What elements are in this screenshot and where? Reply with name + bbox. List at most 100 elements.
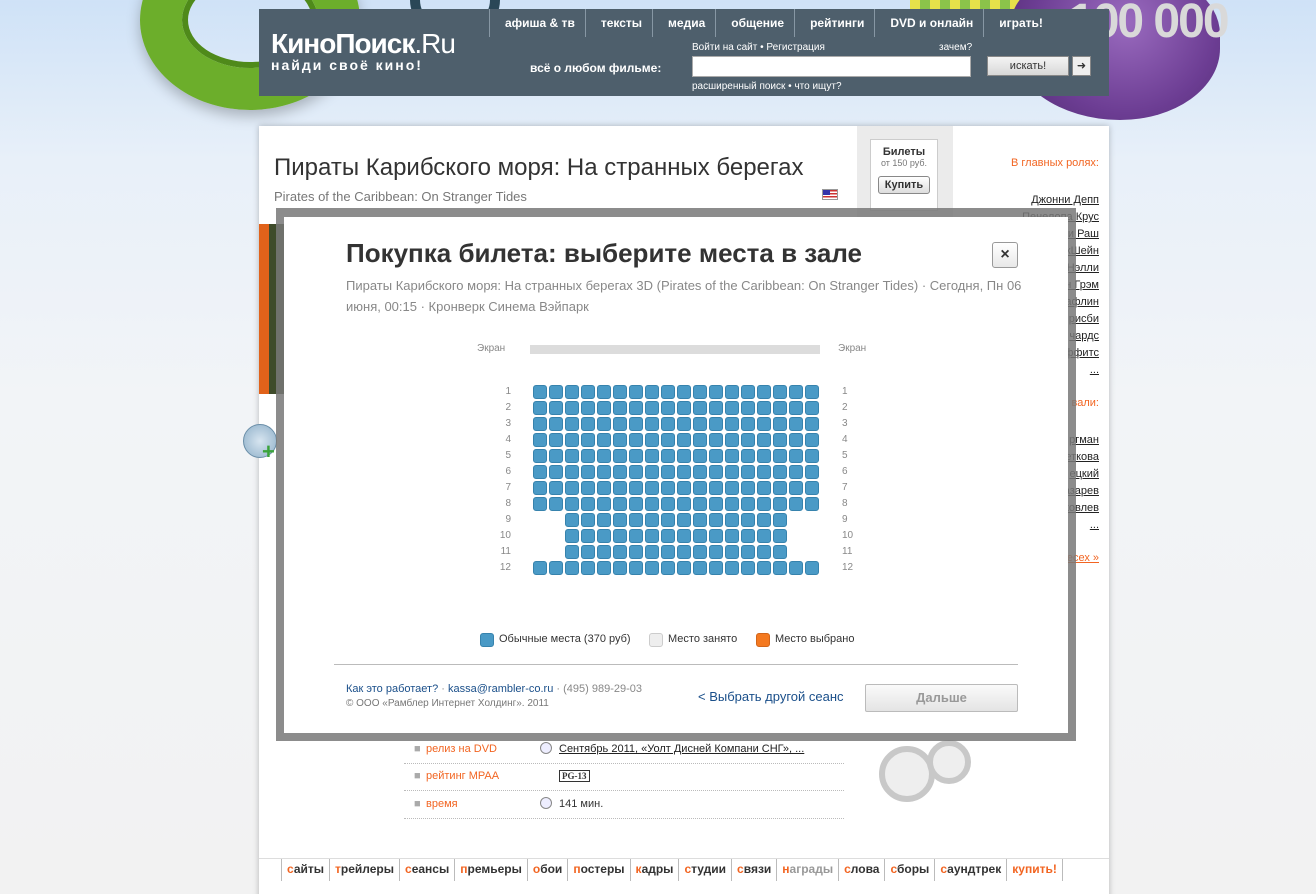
trending-search-link[interactable]: что ищут? bbox=[794, 81, 841, 92]
seat[interactable] bbox=[741, 497, 755, 511]
seat[interactable] bbox=[629, 529, 643, 543]
seat[interactable] bbox=[725, 385, 739, 399]
seat[interactable] bbox=[677, 433, 691, 447]
bottom-nav-item[interactable]: награды bbox=[777, 859, 840, 881]
seat[interactable] bbox=[581, 481, 595, 495]
seat[interactable] bbox=[661, 433, 675, 447]
seat[interactable] bbox=[741, 385, 755, 399]
seat[interactable] bbox=[693, 385, 707, 399]
choose-other-session-link[interactable]: < Выбрать другой сеанс bbox=[698, 689, 844, 704]
seat[interactable] bbox=[629, 433, 643, 447]
seat[interactable] bbox=[693, 513, 707, 527]
seat[interactable] bbox=[549, 433, 563, 447]
bottom-nav-item[interactable]: саундтрек bbox=[935, 859, 1008, 881]
bottom-nav-item[interactable]: трейлеры bbox=[330, 859, 401, 881]
seat[interactable] bbox=[549, 417, 563, 431]
seat[interactable] bbox=[741, 401, 755, 415]
seat[interactable] bbox=[565, 497, 579, 511]
seat[interactable] bbox=[661, 497, 675, 511]
seat[interactable] bbox=[661, 401, 675, 415]
seat[interactable] bbox=[709, 529, 723, 543]
seat[interactable] bbox=[805, 385, 819, 399]
seat[interactable] bbox=[757, 433, 771, 447]
seat[interactable] bbox=[581, 561, 595, 575]
seat[interactable] bbox=[661, 449, 675, 463]
seat[interactable] bbox=[565, 401, 579, 415]
seat[interactable] bbox=[629, 385, 643, 399]
seat[interactable] bbox=[613, 449, 627, 463]
seat[interactable] bbox=[741, 449, 755, 463]
seat[interactable] bbox=[725, 417, 739, 431]
seat[interactable] bbox=[789, 385, 803, 399]
search-button[interactable]: искать! bbox=[987, 56, 1069, 76]
seat[interactable] bbox=[565, 513, 579, 527]
bottom-nav-item[interactable]: сайты bbox=[282, 859, 331, 881]
seat[interactable] bbox=[597, 529, 611, 543]
buy-tickets-button[interactable]: Купить bbox=[877, 176, 931, 194]
seat[interactable] bbox=[533, 465, 547, 479]
seat[interactable] bbox=[677, 513, 691, 527]
seat[interactable] bbox=[805, 481, 819, 495]
seat[interactable] bbox=[613, 465, 627, 479]
seat[interactable] bbox=[725, 433, 739, 447]
seat[interactable] bbox=[773, 465, 787, 479]
seat[interactable] bbox=[597, 433, 611, 447]
close-icon[interactable]: × bbox=[992, 242, 1018, 268]
nav-play[interactable]: играть! bbox=[983, 9, 1053, 37]
seat[interactable] bbox=[789, 417, 803, 431]
seat[interactable] bbox=[789, 465, 803, 479]
seat[interactable] bbox=[773, 481, 787, 495]
seat[interactable] bbox=[805, 561, 819, 575]
seat[interactable] bbox=[645, 529, 659, 543]
seat[interactable] bbox=[597, 417, 611, 431]
seat[interactable] bbox=[581, 385, 595, 399]
seat[interactable] bbox=[789, 561, 803, 575]
seat[interactable] bbox=[629, 465, 643, 479]
seat[interactable] bbox=[677, 449, 691, 463]
seat[interactable] bbox=[533, 417, 547, 431]
seat[interactable] bbox=[741, 481, 755, 495]
seat[interactable] bbox=[677, 417, 691, 431]
seat[interactable] bbox=[565, 385, 579, 399]
seat[interactable] bbox=[581, 433, 595, 447]
search-input[interactable] bbox=[692, 56, 971, 77]
seat[interactable] bbox=[645, 497, 659, 511]
seat[interactable] bbox=[709, 385, 723, 399]
seat[interactable] bbox=[645, 433, 659, 447]
seat[interactable] bbox=[693, 417, 707, 431]
seat[interactable] bbox=[709, 545, 723, 559]
seat[interactable] bbox=[613, 481, 627, 495]
seat[interactable] bbox=[597, 449, 611, 463]
seat[interactable] bbox=[613, 497, 627, 511]
bottom-nav-item[interactable]: студии bbox=[679, 859, 733, 881]
dvd-release-value[interactable]: Сентябрь 2011, «Уолт Дисней Компани СНГ»… bbox=[559, 743, 804, 755]
seat[interactable] bbox=[613, 529, 627, 543]
seat[interactable] bbox=[725, 545, 739, 559]
seat[interactable] bbox=[661, 465, 675, 479]
login-link[interactable]: Войти на сайт bbox=[692, 42, 757, 53]
seat[interactable] bbox=[741, 433, 755, 447]
seat[interactable] bbox=[645, 385, 659, 399]
seat[interactable] bbox=[677, 497, 691, 511]
seat[interactable] bbox=[789, 401, 803, 415]
seat[interactable] bbox=[677, 529, 691, 543]
seat[interactable] bbox=[533, 481, 547, 495]
register-link[interactable]: Регистрация bbox=[766, 42, 824, 53]
seat[interactable] bbox=[533, 433, 547, 447]
seat[interactable] bbox=[645, 513, 659, 527]
seat[interactable] bbox=[757, 545, 771, 559]
seat[interactable] bbox=[789, 433, 803, 447]
seat[interactable] bbox=[661, 417, 675, 431]
seat[interactable] bbox=[645, 449, 659, 463]
seat[interactable] bbox=[741, 417, 755, 431]
seat[interactable] bbox=[549, 465, 563, 479]
seat[interactable] bbox=[597, 561, 611, 575]
seat[interactable] bbox=[693, 481, 707, 495]
seat[interactable] bbox=[661, 513, 675, 527]
seat[interactable] bbox=[805, 433, 819, 447]
add-to-collection-icon[interactable] bbox=[243, 424, 277, 465]
seat[interactable] bbox=[773, 417, 787, 431]
seat[interactable] bbox=[725, 481, 739, 495]
seat[interactable] bbox=[549, 481, 563, 495]
seat[interactable] bbox=[773, 401, 787, 415]
